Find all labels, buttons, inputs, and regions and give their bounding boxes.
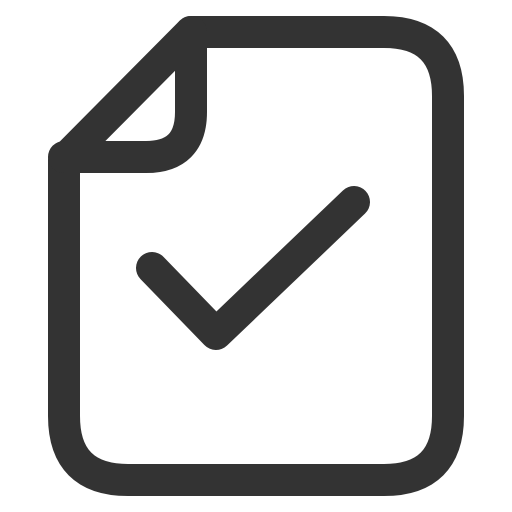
document-outline bbox=[48, 16, 464, 496]
file-check-icon bbox=[0, 0, 512, 512]
file-check-svg bbox=[48, 16, 464, 496]
checkmark bbox=[136, 186, 370, 350]
